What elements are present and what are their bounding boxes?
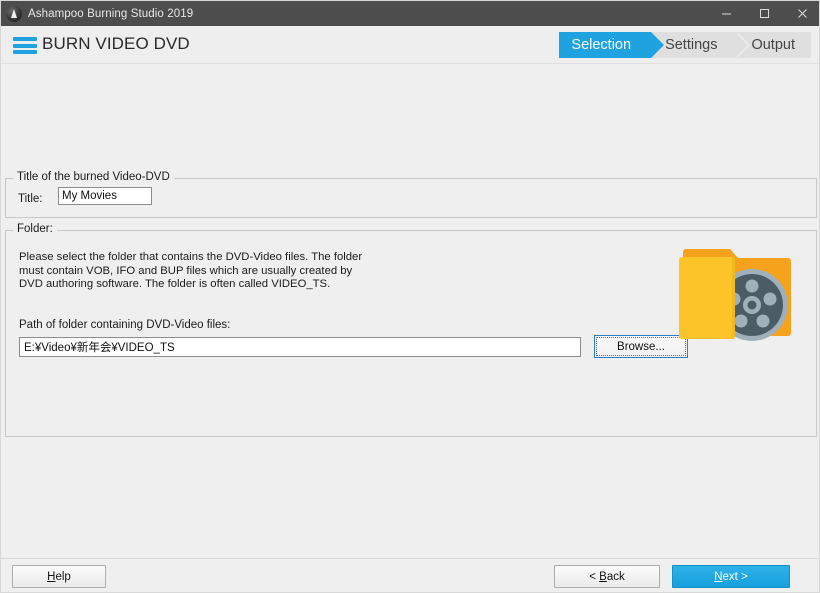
folder-path-input[interactable] [19, 337, 581, 357]
title-group-box: Title of the burned Video-DVD Title: [5, 171, 817, 218]
app-icon [6, 5, 22, 22]
browse-button-label: Browse... [617, 340, 665, 353]
title-input[interactable] [58, 187, 152, 205]
window-controls [707, 1, 819, 26]
folder-description: Please select the folder that contains t… [19, 251, 363, 290]
help-button[interactable]: Help [12, 565, 106, 588]
close-icon[interactable] [783, 1, 819, 26]
next-button[interactable]: Next > [672, 565, 790, 588]
content-area: Title of the burned Video-DVD Title: Fol… [1, 64, 819, 558]
chevron-right-icon [737, 32, 751, 58]
folder-group-box: Folder: Please select the folder that co… [5, 223, 817, 437]
folder-group-legend: Folder: [13, 223, 57, 235]
hamburger-menu-icon[interactable] [13, 37, 37, 54]
title-group-legend: Title of the burned Video-DVD [13, 171, 174, 183]
browse-button[interactable]: Browse... [594, 335, 688, 358]
chevron-right-icon [651, 32, 665, 58]
back-button[interactable]: < Back [554, 565, 660, 588]
path-field-label: Path of folder containing DVD-Video file… [19, 319, 231, 331]
folder-with-film-reel-icon [676, 239, 802, 353]
title-field-label: Title: [18, 193, 43, 205]
application-window: Ashampoo Burning Studio 2019 BURN VIDEO … [0, 0, 820, 593]
footer-bar: Help < Back Next > [1, 558, 819, 592]
step-selection-label: Selection [571, 37, 632, 53]
step-settings-label: Settings [665, 37, 718, 53]
window-title: Ashampoo Burning Studio 2019 [28, 7, 194, 20]
maximize-icon[interactable] [745, 1, 783, 26]
title-bar: Ashampoo Burning Studio 2019 [1, 1, 819, 26]
page-header: BURN VIDEO DVD Selection Settings Output [1, 26, 819, 64]
step-output-label: Output [751, 37, 795, 53]
page-title: BURN VIDEO DVD [42, 34, 190, 53]
back-button-label: < Back [589, 570, 625, 583]
step-indicator: Selection Settings Output [559, 32, 811, 58]
minimize-icon[interactable] [707, 1, 745, 26]
next-button-label: Next > [714, 570, 748, 583]
step-selection[interactable]: Selection [559, 32, 665, 58]
help-button-label: Help [47, 570, 71, 583]
